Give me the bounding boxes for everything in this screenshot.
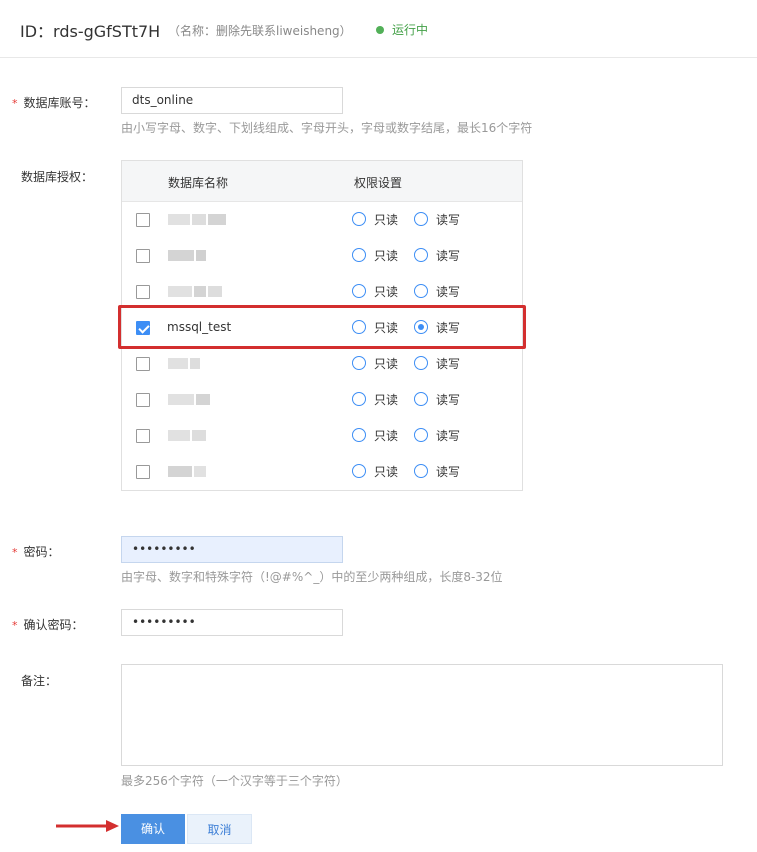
obscured-db-name bbox=[168, 430, 206, 441]
table-row: 只读 读写 bbox=[122, 418, 522, 454]
required-asterisk: * bbox=[12, 546, 18, 559]
account-input[interactable]: dts_online bbox=[121, 87, 343, 114]
row-checkbox[interactable] bbox=[136, 465, 150, 479]
obscured-db-name bbox=[168, 358, 200, 369]
readwrite-label: 读写 bbox=[436, 465, 461, 479]
row-checkbox[interactable] bbox=[136, 213, 150, 227]
password-input[interactable]: ••••••••• bbox=[121, 536, 343, 563]
readonly-label: 只读 bbox=[374, 249, 399, 263]
readwrite-label: 读写 bbox=[436, 429, 461, 443]
table-row: 只读 读写 bbox=[122, 454, 522, 490]
readwrite-radio[interactable] bbox=[414, 356, 428, 370]
account-hint: 由小写字母、数字、下划线组成、字母开头，字母或数字结尾，最长16个字符 bbox=[121, 121, 533, 135]
readonly-radio[interactable] bbox=[352, 356, 366, 370]
readonly-label: 只读 bbox=[374, 213, 399, 227]
column-header-db-name: 数据库名称 bbox=[168, 176, 229, 190]
readwrite-label: 读写 bbox=[436, 213, 461, 227]
row-checkbox[interactable] bbox=[136, 357, 150, 371]
table-row: 只读 读写 bbox=[122, 382, 522, 418]
obscured-db-name bbox=[168, 250, 206, 261]
readwrite-radio[interactable] bbox=[414, 464, 428, 478]
status-dot-icon bbox=[376, 25, 384, 34]
readwrite-label: 读写 bbox=[436, 249, 461, 263]
readwrite-radio[interactable] bbox=[414, 428, 428, 442]
table-header: 数据库名称 权限设置 bbox=[122, 161, 522, 202]
confirm-button[interactable]: 确认 bbox=[121, 814, 185, 844]
readonly-label: 只读 bbox=[374, 357, 399, 371]
readonly-label: 只读 bbox=[374, 465, 399, 479]
table-row: 只读 读写 bbox=[122, 202, 522, 238]
remark-textarea[interactable] bbox=[121, 664, 723, 766]
readwrite-label: 读写 bbox=[436, 393, 461, 407]
readwrite-label: 读写 bbox=[436, 285, 461, 299]
password-label: * 密码： bbox=[12, 543, 60, 560]
dialog-header: ID：rds-gGfSTt7H （名称：删除先联系liweisheng） 运行中 bbox=[0, 0, 757, 58]
row-checkbox[interactable] bbox=[136, 429, 150, 443]
obscured-db-name bbox=[168, 214, 226, 225]
remark-label: 备注： bbox=[21, 674, 58, 688]
readwrite-radio[interactable] bbox=[414, 284, 428, 298]
readwrite-radio[interactable] bbox=[414, 212, 428, 226]
confirm-password-label-text: 确认密码： bbox=[23, 618, 84, 632]
required-asterisk: * bbox=[12, 619, 18, 632]
cancel-button[interactable]: 取消 bbox=[187, 814, 252, 844]
obscured-db-name bbox=[168, 394, 210, 405]
instance-name-subtitle: （名称：删除先联系liweisheng） bbox=[168, 24, 352, 38]
readonly-label: 只读 bbox=[374, 429, 399, 443]
required-asterisk: * bbox=[12, 97, 18, 110]
row-checkbox[interactable] bbox=[136, 393, 150, 407]
readwrite-radio[interactable] bbox=[414, 248, 428, 262]
readonly-radio[interactable] bbox=[352, 212, 366, 226]
confirm-password-input[interactable]: ••••••••• bbox=[121, 609, 343, 636]
instance-id-title: ID：rds-gGfSTt7H bbox=[20, 22, 161, 41]
status-text: 运行中 bbox=[392, 23, 429, 37]
confirm-password-label: * 确认密码： bbox=[12, 616, 84, 633]
password-label-text: 密码： bbox=[23, 545, 60, 559]
auth-label: 数据库授权： bbox=[21, 170, 94, 184]
readonly-radio[interactable] bbox=[352, 464, 366, 478]
readonly-radio[interactable] bbox=[352, 392, 366, 406]
obscured-db-name bbox=[168, 286, 222, 297]
readonly-label: 只读 bbox=[374, 393, 399, 407]
readonly-radio[interactable] bbox=[352, 428, 366, 442]
readonly-radio[interactable] bbox=[352, 248, 366, 262]
status-badge: 运行中 bbox=[376, 21, 428, 38]
annotation-highlight-box bbox=[118, 305, 526, 349]
account-label-text: 数据库账号： bbox=[23, 96, 96, 110]
remark-hint: 最多256个字符（一个汉字等于三个字符） bbox=[121, 774, 348, 788]
row-checkbox[interactable] bbox=[136, 285, 150, 299]
column-header-permission: 权限设置 bbox=[354, 176, 403, 190]
readonly-radio[interactable] bbox=[352, 284, 366, 298]
readwrite-radio[interactable] bbox=[414, 392, 428, 406]
table-row: 只读 读写 bbox=[122, 346, 522, 382]
password-hint: 由字母、数字和特殊字符（!@#%^_）中的至少两种组成，长度8-32位 bbox=[121, 570, 503, 584]
annotation-arrow-icon bbox=[56, 820, 119, 832]
table-row: 只读 读写 bbox=[122, 238, 522, 274]
row-checkbox[interactable] bbox=[136, 249, 150, 263]
readwrite-label: 读写 bbox=[436, 357, 461, 371]
account-label: * 数据库账号： bbox=[12, 94, 96, 111]
obscured-db-name bbox=[168, 466, 206, 477]
readonly-label: 只读 bbox=[374, 285, 399, 299]
